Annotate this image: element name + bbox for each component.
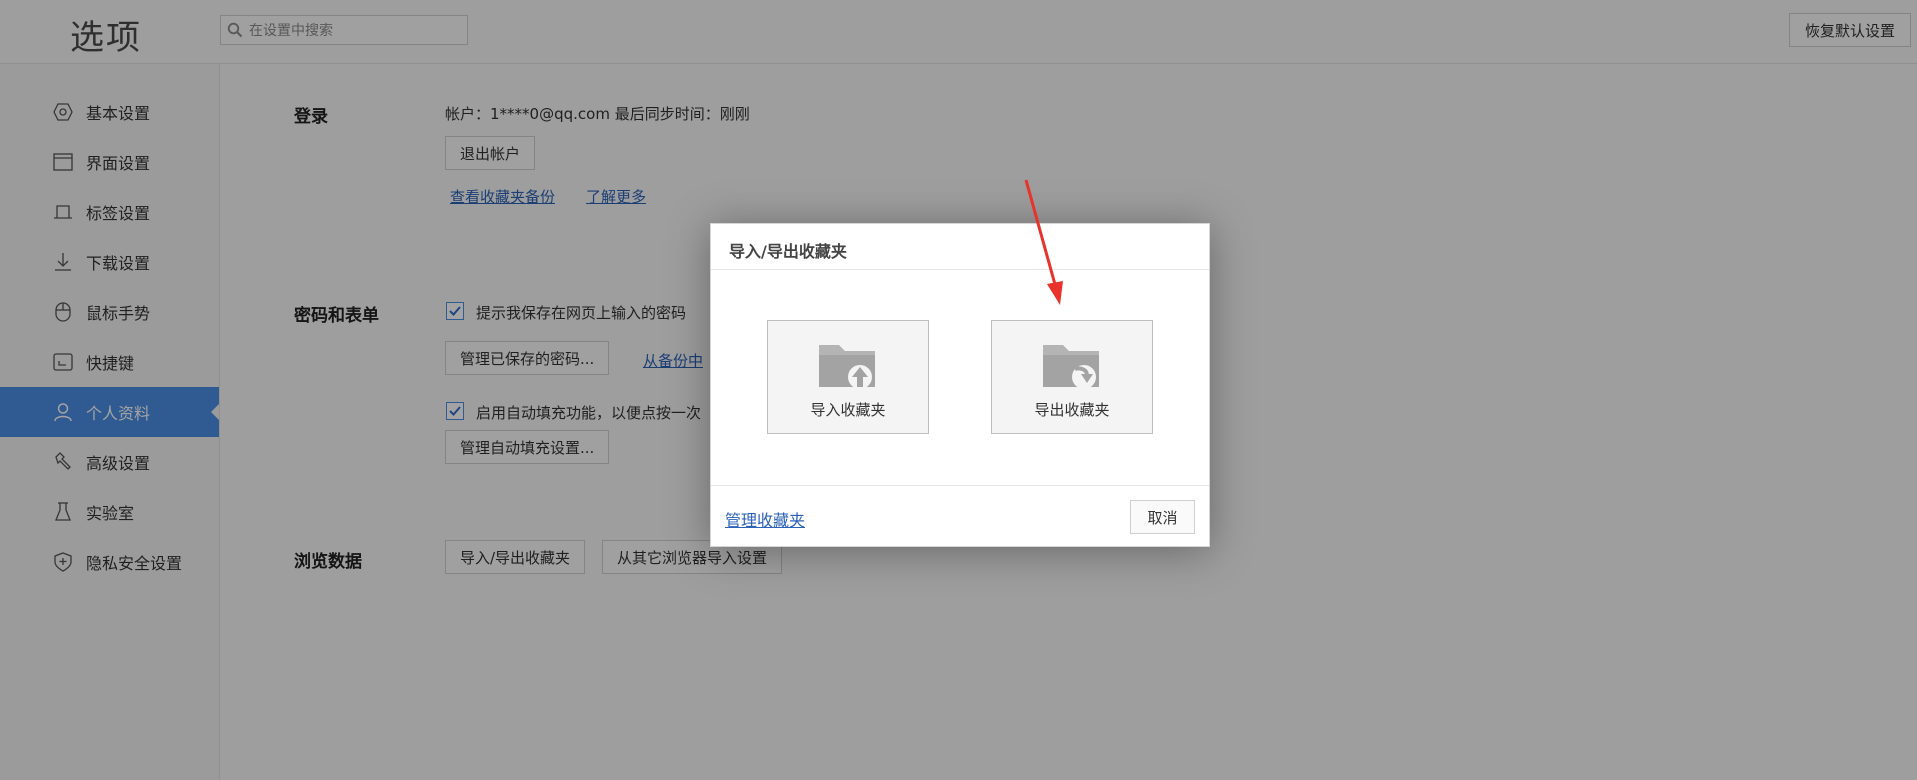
import-bookmarks-label: 导入收藏夹 — [810, 401, 886, 419]
import-bookmarks-button[interactable]: 导入收藏夹 — [767, 320, 929, 434]
folder-import-icon — [819, 345, 875, 389]
cancel-button[interactable]: 取消 — [1130, 500, 1195, 534]
folder-export-icon — [1043, 345, 1099, 389]
dialog-header: 导入/导出收藏夹 — [711, 224, 1209, 270]
import-export-dialog: 导入/导出收藏夹 导入收藏夹 导出收藏夹 管理收藏夹 取消 — [710, 223, 1210, 547]
export-bookmarks-button[interactable]: 导出收藏夹 — [991, 320, 1153, 434]
dialog-divider — [711, 485, 1209, 486]
export-bookmarks-label: 导出收藏夹 — [1034, 401, 1110, 419]
dialog-title: 导入/导出收藏夹 — [729, 242, 847, 261]
manage-bookmarks-link[interactable]: 管理收藏夹 — [725, 507, 805, 531]
